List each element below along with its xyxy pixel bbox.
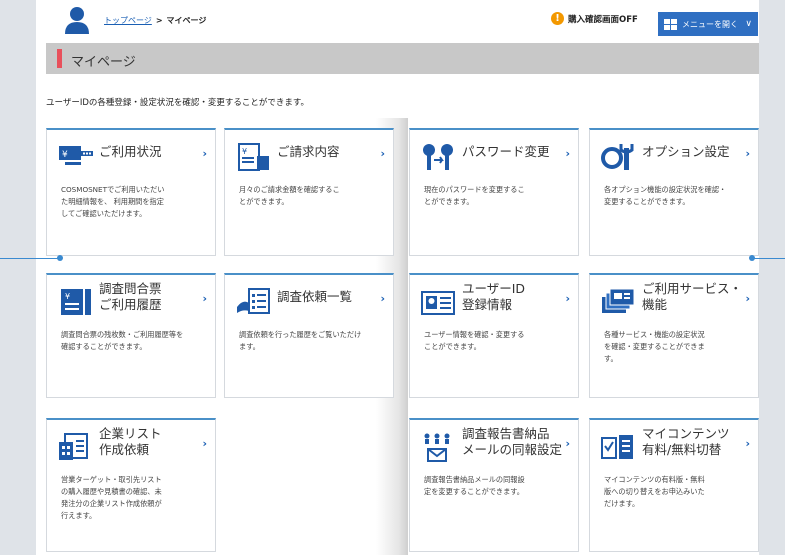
side-connector-right: [752, 258, 785, 259]
tile-description: 営業ターゲット・取引先リスト の購入履歴や見積書の確認、未 発注分の企業リスト作…: [61, 475, 162, 520]
title-marker: [57, 49, 62, 68]
chevron-right-icon: ›: [202, 437, 207, 450]
purchase-confirm-label: 購入確認画面OFF: [568, 14, 638, 25]
tile-title: ご請求内容: [277, 144, 340, 159]
company-list-icon: [57, 432, 95, 462]
page-container: トップページ > マイページ ! 購入確認画面OFF メニューを開く ∨ マイページ…: [36, 0, 759, 555]
warning-icon: !: [551, 12, 564, 25]
open-menu-button[interactable]: メニューを開く ∨: [658, 12, 758, 36]
svg-text:¥: ¥: [62, 150, 68, 160]
tile-inquiry-history[interactable]: ¥ 調査問合票 ご利用履歴 › 調査問合票の残枚数・ご利用履歴等を 確認することができ…: [46, 273, 216, 398]
chevron-right-icon: ›: [380, 292, 385, 305]
chevron-right-icon: ›: [745, 147, 750, 160]
tile-title: ご利用状況: [99, 144, 162, 159]
tile-option-settings[interactable]: オプション設定 › 各オプション機能の設定状況を確認・ 変更することができます。: [589, 128, 759, 256]
invoice-icon: ¥: [235, 142, 273, 172]
user-icon: [65, 7, 89, 34]
tile-company-list-request[interactable]: 企業リスト 作成依頼 › 営業ターゲット・取引先リスト の購入履歴や見積書の確認、未…: [46, 418, 216, 552]
tile-description: 各オプション機能の設定状況を確認・ 変更することができます。: [604, 185, 727, 206]
tile-title: パスワード変更: [462, 144, 550, 159]
mail-broadcast-icon: [420, 432, 458, 462]
side-connector-left: [0, 258, 60, 259]
open-menu-label: メニューを開く: [682, 19, 738, 29]
my-contents-icon: [600, 432, 638, 462]
grid-menu-icon: [664, 18, 677, 30]
tile-description: 月々のご請求金額を確認するこ とができます。: [239, 185, 340, 206]
chevron-right-icon: ›: [202, 292, 207, 305]
id-card-icon: [420, 287, 458, 317]
chevron-right-icon: ›: [745, 437, 750, 450]
chevron-right-icon: ›: [565, 437, 570, 450]
chevron-down-icon: ∨: [745, 19, 752, 29]
breadcrumb: トップページ > マイページ: [104, 15, 206, 26]
svg-text:¥: ¥: [242, 147, 247, 156]
chevron-right-icon: ›: [745, 292, 750, 305]
chevron-right-icon: ›: [565, 147, 570, 160]
yen-bill-icon: ¥: [57, 142, 95, 172]
request-list-icon: [235, 287, 273, 317]
tile-report-mail-broadcast[interactable]: 調査報告書納品 メールの同報設定 › 調査報告書納品メールの同報設 定を変更すること…: [409, 418, 579, 552]
services-icon: [600, 287, 638, 317]
purchase-confirm-toggle[interactable]: ! 購入確認画面OFF: [551, 12, 638, 25]
tile-title: 企業リスト 作成依頼: [99, 426, 162, 457]
breadcrumb-current: マイページ: [166, 16, 207, 25]
page-description: ユーザーIDの各種登録・設定状況を確認・変更することができます。: [46, 98, 310, 108]
tile-title: 調査問合票 ご利用履歴: [99, 281, 162, 312]
tile-description: ユーザー情報を確認・変更する ことができます。: [424, 330, 525, 351]
chevron-right-icon: ›: [565, 292, 570, 305]
tile-billing-details[interactable]: ¥ ご請求内容 › 月々のご請求金額を確認するこ とができます。: [224, 128, 394, 256]
tile-description: 現在のパスワードを変更するこ とができます。: [424, 185, 525, 206]
tile-title: オプション設定: [642, 144, 730, 159]
svg-text:¥: ¥: [65, 292, 70, 301]
tile-description: 調査報告書納品メールの同報設 定を変更することができます。: [424, 475, 525, 496]
tile-title: ユーザーID 登録情報: [462, 281, 526, 312]
breadcrumb-separator: >: [155, 16, 163, 25]
tile-description: COSMOSNETでご利用いただい た明細情報を、 利用期間を指定 してご確認い…: [61, 185, 165, 218]
tile-my-contents-switch[interactable]: マイコンテンツ 有料/無料切替 › マイコンテンツの有料版・無料 版への切り替えをお…: [589, 418, 759, 552]
tile-description: 調査問合票の残枚数・ご利用履歴等を 確認することができます。: [61, 330, 184, 351]
tile-description: 各種サービス・機能の設定状況 を確認・変更することができま す。: [604, 330, 705, 363]
breadcrumb-home-link[interactable]: トップページ: [104, 16, 152, 25]
tile-title: 調査報告書納品 メールの同報設定: [462, 426, 563, 457]
tile-title: 調査依頼一覧: [277, 289, 353, 304]
tile-title: ご利用サービス・ 機能: [642, 281, 743, 312]
gear-icon: [600, 142, 638, 172]
inquiry-ticket-icon: ¥: [57, 287, 95, 317]
side-dot-left: [57, 255, 63, 261]
header: トップページ > マイページ ! 購入確認画面OFF メニューを開く ∨: [36, 0, 759, 40]
tile-description: 調査依頼を行った履歴をご覧いただけ ます。: [239, 330, 362, 351]
page-title-bar: マイページ: [46, 43, 759, 74]
tile-user-id-info[interactable]: ユーザーID 登録情報 › ユーザー情報を確認・変更する ことができます。: [409, 273, 579, 398]
chevron-right-icon: ›: [380, 147, 385, 160]
tile-request-list[interactable]: 調査依頼一覧 › 調査依頼を行った履歴をご覧いただけ ます。: [224, 273, 394, 398]
chevron-right-icon: ›: [202, 147, 207, 160]
tile-title: マイコンテンツ 有料/無料切替: [642, 426, 730, 457]
tile-password-change[interactable]: パスワード変更 › 現在のパスワードを変更するこ とができます。: [409, 128, 579, 256]
tile-services-functions[interactable]: ご利用サービス・ 機能 › 各種サービス・機能の設定状況 を確認・変更することができ…: [589, 273, 759, 398]
side-dot-right: [749, 255, 755, 261]
key-icon: [420, 142, 458, 172]
tile-usage-status[interactable]: ¥ ご利用状況 › COSMOSNETでご利用いただい た明細情報を、 利用期間を指定…: [46, 128, 216, 256]
page-title: マイページ: [71, 55, 136, 70]
tile-description: マイコンテンツの有料版・無料 版への切り替えをお申込みいた だけます。: [604, 475, 705, 508]
